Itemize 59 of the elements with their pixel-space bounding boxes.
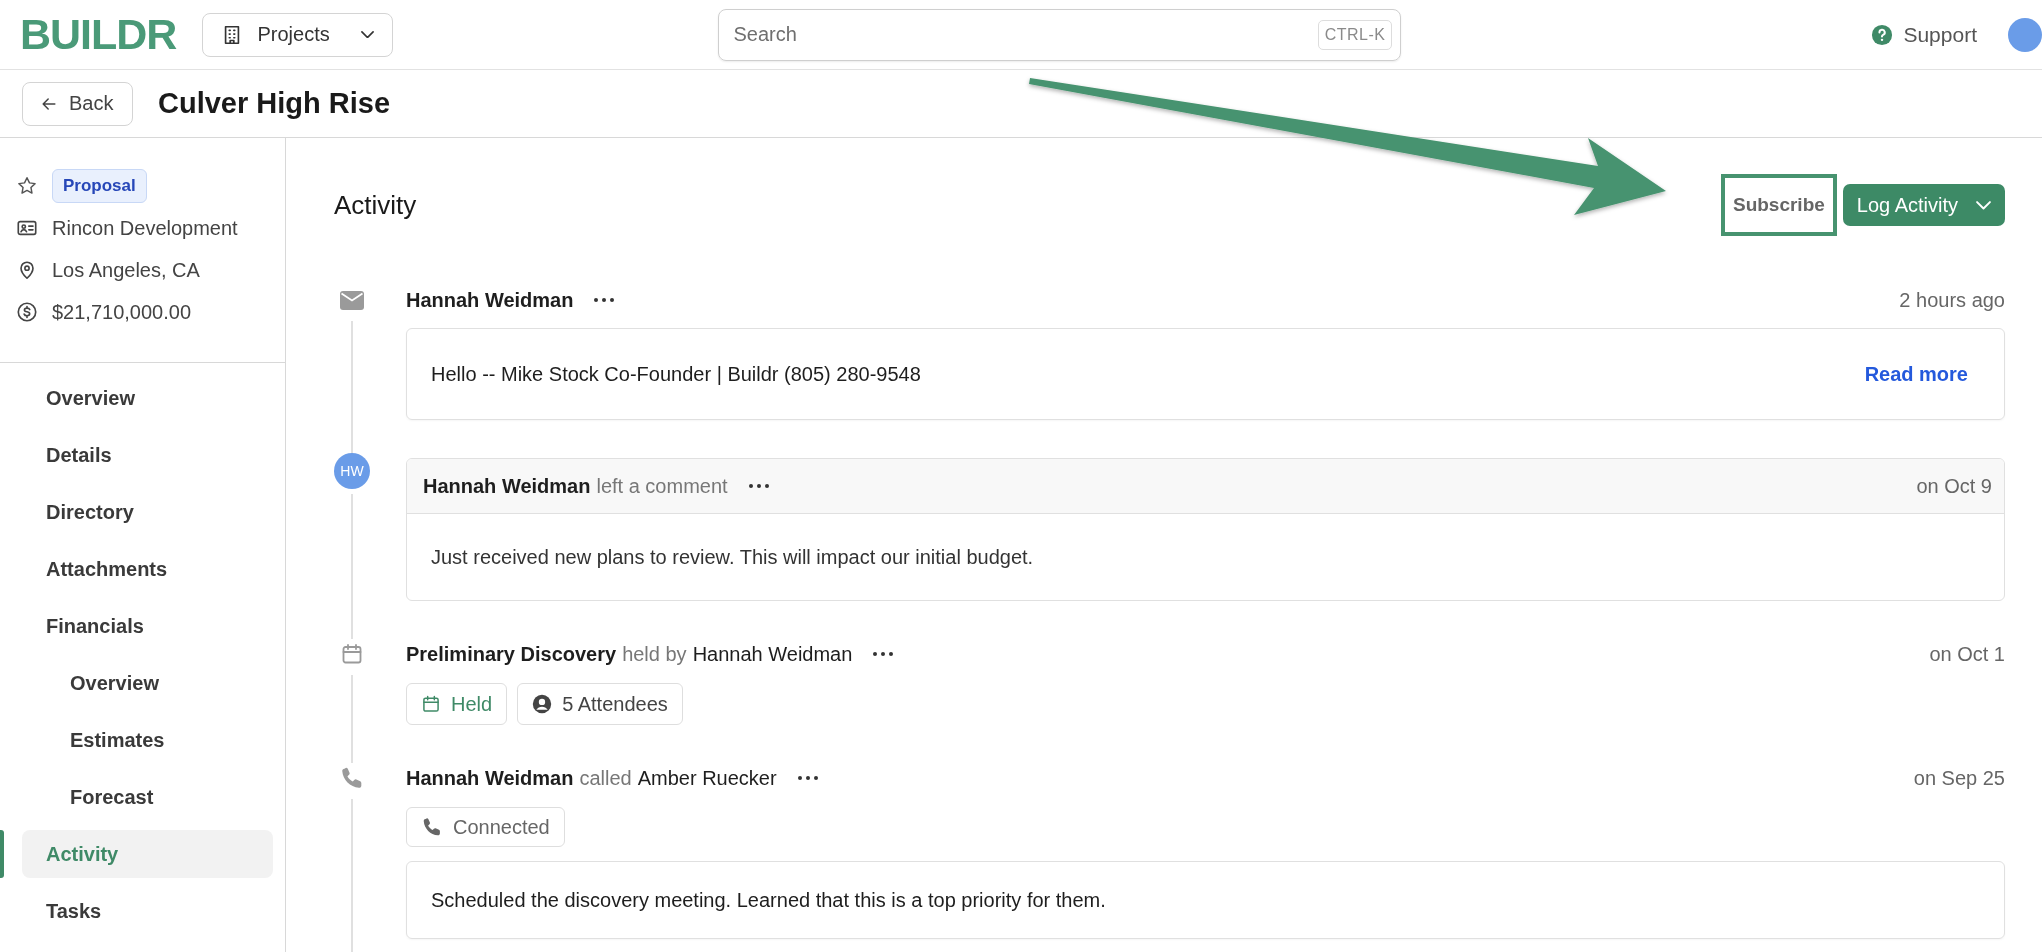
projects-dropdown[interactable]: Projects [202, 12, 394, 57]
nav-item[interactable]: Activity [22, 830, 273, 878]
dollar-icon [16, 301, 38, 323]
calendar-icon [421, 694, 441, 714]
search-field[interactable]: Search [731, 22, 1318, 47]
author-name: Hannah Weidman [423, 474, 591, 498]
chip-label: 5 Attendees [562, 692, 668, 716]
author-name: Hannah Weidman [406, 766, 574, 790]
timestamp: on Oct 1 [1929, 642, 2005, 666]
nav-item[interactable]: Overview [22, 659, 273, 707]
back-button[interactable]: Back [22, 81, 133, 126]
chip-label: Connected [453, 815, 550, 839]
user-icon [532, 694, 553, 714]
action-text: held by [622, 642, 687, 666]
more-icon[interactable] [796, 775, 819, 781]
nav-item[interactable]: Details [22, 431, 273, 479]
page-title: Culver High Rise [158, 87, 391, 120]
chevron-down-icon [1976, 200, 1991, 210]
chip-label: Held [451, 692, 493, 716]
shortcut-hint: CTRL-K [1317, 19, 1393, 50]
timestamp: on Oct 9 [1916, 474, 1992, 498]
read-more-link[interactable]: Read more [1864, 362, 1968, 386]
project-value: $21,710,000.00 [52, 300, 192, 324]
help-icon [1871, 23, 1894, 46]
nav-item[interactable]: Overview [22, 374, 273, 422]
person-name: Amber Ruecker [637, 766, 777, 790]
calendar-icon [340, 642, 364, 666]
chevron-down-icon [361, 30, 375, 39]
phone-icon [421, 816, 443, 838]
support-link[interactable]: Support [1871, 22, 1977, 47]
nav-item[interactable]: Forecast [22, 773, 273, 821]
action-text: called [579, 766, 632, 790]
more-icon[interactable] [872, 651, 895, 657]
active-indicator [0, 830, 4, 878]
avatar-circle[interactable] [2008, 17, 2042, 52]
timestamp: on Sep 25 [1913, 766, 2005, 790]
avatar: HW [334, 453, 370, 489]
author-name: Hannah Weidman [406, 288, 574, 312]
star-icon[interactable] [16, 175, 38, 197]
nav-item[interactable]: Tasks [22, 887, 273, 935]
note-text: Scheduled the discovery meeting. Learned that this is a top priority for them. [431, 888, 1107, 912]
timestamp: 2 hours ago [1899, 288, 2005, 312]
comment-text: Just received new plans to review. This will impact our initial budget. [431, 545, 1034, 569]
log-activity-button[interactable]: Log Activity [1842, 184, 2005, 226]
status-badge: Proposal [52, 169, 147, 203]
mail-icon [340, 290, 364, 310]
more-icon[interactable] [747, 483, 770, 489]
location-text: Los Angeles, CA [52, 258, 200, 282]
section-title: Activity [334, 189, 418, 221]
message-text: Hello -- Mike Stock Co-Founder | Buildr (805) 280-9548 [431, 362, 922, 386]
company-name: Rincon Development [52, 216, 238, 240]
nav-item[interactable]: Estimates [22, 716, 273, 764]
person-name: Hannah Weidman [692, 642, 853, 666]
action-text: left a comment [596, 474, 728, 498]
author-name: Preliminary Discovery [406, 642, 617, 666]
more-icon[interactable] [593, 297, 616, 303]
nav-item[interactable]: Attachments [22, 545, 273, 593]
nav-item[interactable]: Financials [22, 602, 273, 650]
nav-item[interactable]: Directory [22, 488, 273, 536]
